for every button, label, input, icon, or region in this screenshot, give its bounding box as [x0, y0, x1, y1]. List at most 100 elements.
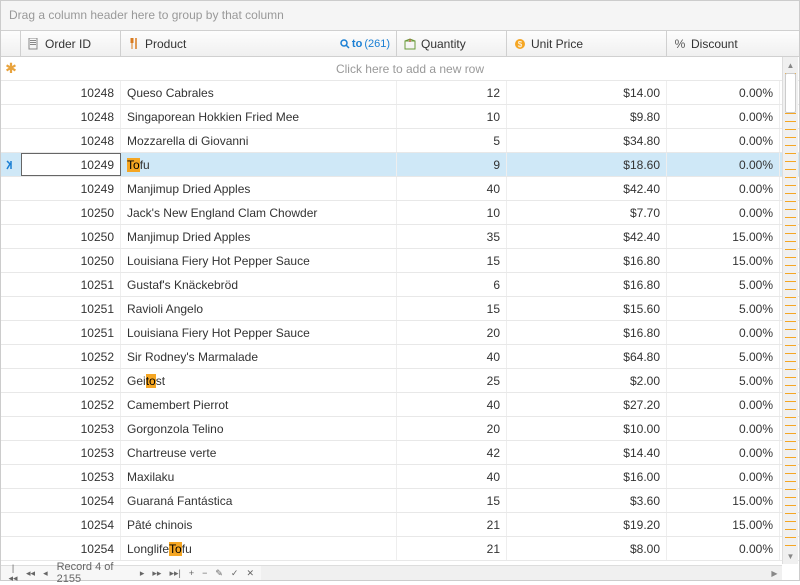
table-row[interactable]: 10250Manjimup Dried Apples35$42.4015.00%: [1, 225, 799, 249]
cell-qty[interactable]: 40: [397, 465, 507, 488]
cell-order[interactable]: 10248: [21, 105, 121, 128]
cell-price[interactable]: $14.40: [507, 441, 667, 464]
table-row[interactable]: 10251Louisiana Fiery Hot Pepper Sauce20$…: [1, 321, 799, 345]
nav-edit-button[interactable]: ✎: [212, 568, 226, 579]
scroll-right-arrow-icon[interactable]: ▶: [767, 566, 782, 581]
cell-product[interactable]: Louisiana Fiery Hot Pepper Sauce: [121, 321, 397, 344]
cell-discount[interactable]: 0.00%: [667, 537, 780, 560]
cell-order[interactable]: 10254: [21, 513, 121, 536]
column-header-price[interactable]: $ Unit Price: [507, 31, 667, 56]
cell-qty[interactable]: 35: [397, 225, 507, 248]
cell-price[interactable]: $27.20: [507, 393, 667, 416]
table-row[interactable]: 10251Ravioli Angelo15$15.605.00%: [1, 297, 799, 321]
column-header-discount[interactable]: % Discount: [667, 31, 780, 56]
cell-price[interactable]: $64.80: [507, 345, 667, 368]
cell-price[interactable]: $42.40: [507, 177, 667, 200]
cell-discount[interactable]: 0.00%: [667, 201, 780, 224]
cell-discount[interactable]: 15.00%: [667, 489, 780, 512]
cell-price[interactable]: $16.80: [507, 321, 667, 344]
nav-check-button[interactable]: ✓: [228, 568, 242, 579]
cell-product[interactable]: Manjimup Dried Apples: [121, 225, 397, 248]
cell-qty[interactable]: 42: [397, 441, 507, 464]
cell-order[interactable]: 10250: [21, 225, 121, 248]
cell-product[interactable]: Camembert Pierrot: [121, 393, 397, 416]
table-row[interactable]: 10252Camembert Pierrot40$27.200.00%: [1, 393, 799, 417]
new-row[interactable]: ✱ Click here to add a new row: [1, 57, 799, 81]
cell-qty[interactable]: 9: [397, 153, 507, 176]
cell-product[interactable]: Louisiana Fiery Hot Pepper Sauce: [121, 249, 397, 272]
cell-product[interactable]: Jack's New England Clam Chowder: [121, 201, 397, 224]
table-row[interactable]: 10252Geitost25$2.005.00%: [1, 369, 799, 393]
cell-qty[interactable]: 40: [397, 345, 507, 368]
cell-product[interactable]: Sir Rodney's Marmalade: [121, 345, 397, 368]
cell-qty[interactable]: 40: [397, 177, 507, 200]
cell-order[interactable]: 10251: [21, 321, 121, 344]
cell-discount[interactable]: 0.00%: [667, 441, 780, 464]
cell-qty[interactable]: 21: [397, 513, 507, 536]
cell-price[interactable]: $34.80: [507, 129, 667, 152]
table-row[interactable]: 10253Maxilaku40$16.000.00%: [1, 465, 799, 489]
cell-discount[interactable]: 0.00%: [667, 129, 780, 152]
column-header-quantity[interactable]: Quantity: [397, 31, 507, 56]
cell-price[interactable]: $2.00: [507, 369, 667, 392]
cell-discount[interactable]: 0.00%: [667, 321, 780, 344]
cell-discount[interactable]: 0.00%: [667, 153, 780, 176]
cell-discount[interactable]: 5.00%: [667, 369, 780, 392]
scroll-up-arrow-icon[interactable]: ▲: [783, 57, 798, 73]
cell-price[interactable]: $14.00: [507, 81, 667, 104]
table-row[interactable]: 10250Jack's New England Clam Chowder10$7…: [1, 201, 799, 225]
cell-price[interactable]: $16.80: [507, 249, 667, 272]
cell-discount[interactable]: 5.00%: [667, 297, 780, 320]
cell-product[interactable]: Tofu: [121, 153, 397, 176]
cell-order[interactable]: 10252: [21, 345, 121, 368]
cell-price[interactable]: $16.00: [507, 465, 667, 488]
cell-qty[interactable]: 20: [397, 321, 507, 344]
cell-product[interactable]: Singaporean Hokkien Fried Mee: [121, 105, 397, 128]
cell-order[interactable]: 10251: [21, 297, 121, 320]
cell-order[interactable]: 10254: [21, 537, 121, 560]
cell-discount[interactable]: 0.00%: [667, 177, 780, 200]
search-filter-badge[interactable]: to(261): [340, 38, 390, 50]
table-row[interactable]: 10250Louisiana Fiery Hot Pepper Sauce15$…: [1, 249, 799, 273]
nav-next-page-button[interactable]: ▸▸: [149, 568, 164, 579]
cell-discount[interactable]: 15.00%: [667, 249, 780, 272]
column-header-product[interactable]: Product to(261): [121, 31, 397, 56]
table-row[interactable]: 10254Guaraná Fantástica15$3.6015.00%: [1, 489, 799, 513]
nav-last-button[interactable]: ▸▸|: [166, 568, 183, 579]
cell-qty[interactable]: 15: [397, 297, 507, 320]
cell-price[interactable]: $3.60: [507, 489, 667, 512]
cell-price[interactable]: $8.00: [507, 537, 667, 560]
cell-order[interactable]: 10250: [21, 201, 121, 224]
cell-qty[interactable]: 15: [397, 489, 507, 512]
cell-price[interactable]: $16.80: [507, 273, 667, 296]
cell-price[interactable]: $15.60: [507, 297, 667, 320]
cell-qty[interactable]: 20: [397, 417, 507, 440]
cell-price[interactable]: $10.00: [507, 417, 667, 440]
cell-product[interactable]: Pâté chinois: [121, 513, 397, 536]
table-row[interactable]: 10248Mozzarella di Giovanni5$34.800.00%: [1, 129, 799, 153]
cell-order[interactable]: 10249: [21, 153, 121, 176]
cell-order[interactable]: 10248: [21, 81, 121, 104]
cell-order[interactable]: 10251: [21, 273, 121, 296]
nav-delete-button[interactable]: −: [199, 568, 210, 578]
table-row[interactable]: 10253Gorgonzola Telino20$10.000.00%: [1, 417, 799, 441]
table-row[interactable]: 10248Queso Cabrales12$14.000.00%: [1, 81, 799, 105]
cell-qty[interactable]: 5: [397, 129, 507, 152]
nav-next-button[interactable]: ▸: [137, 568, 148, 579]
scroll-down-arrow-icon[interactable]: ▼: [783, 548, 798, 564]
cell-discount[interactable]: 0.00%: [667, 393, 780, 416]
table-row[interactable]: 10251Gustaf's Knäckebröd6$16.805.00%: [1, 273, 799, 297]
cell-price[interactable]: $18.60: [507, 153, 667, 176]
cell-product[interactable]: Gorgonzola Telino: [121, 417, 397, 440]
nav-add-button[interactable]: +: [186, 568, 197, 578]
table-row[interactable]: 10249Manjimup Dried Apples40$42.400.00%: [1, 177, 799, 201]
cell-qty[interactable]: 6: [397, 273, 507, 296]
nav-cancel-button[interactable]: ✕: [243, 568, 257, 579]
cell-qty[interactable]: 40: [397, 393, 507, 416]
cell-qty[interactable]: 15: [397, 249, 507, 272]
nav-first-button[interactable]: |◂◂: [5, 563, 21, 584]
vertical-scrollbar[interactable]: ▲ ▼: [782, 57, 798, 564]
table-row[interactable]: 10248Singaporean Hokkien Fried Mee10$9.8…: [1, 105, 799, 129]
cell-price[interactable]: $9.80: [507, 105, 667, 128]
cell-qty[interactable]: 21: [397, 537, 507, 560]
